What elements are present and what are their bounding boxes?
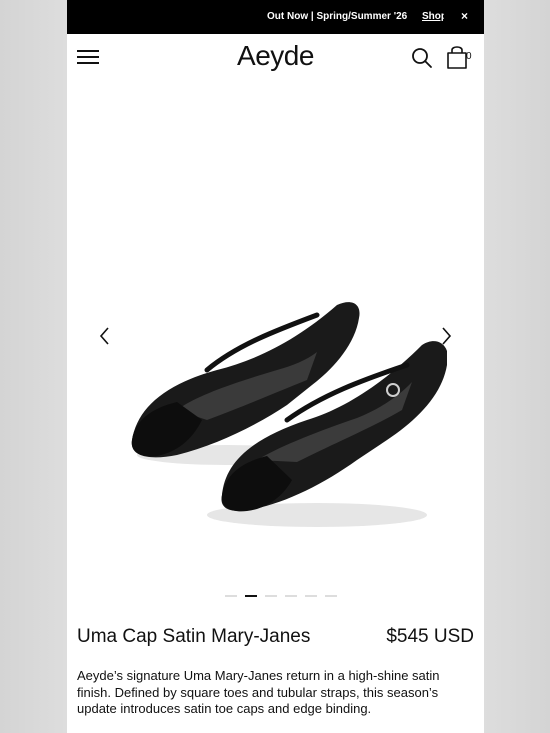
- announcement-bar: Out Now | Spring/Summer '26 Shop ×: [67, 0, 484, 34]
- carousel-dot[interactable]: [265, 595, 277, 597]
- carousel-dot[interactable]: [305, 595, 317, 597]
- search-icon[interactable]: [411, 47, 433, 69]
- product-gallery: [67, 80, 484, 610]
- product-description: Aeyde’s signature Uma Mary-Janes return …: [77, 668, 440, 716]
- carousel-dot[interactable]: [325, 595, 337, 597]
- carousel-dot[interactable]: [225, 595, 237, 597]
- announcement-text: Out Now | Spring/Summer '26: [267, 11, 408, 22]
- product-price: $545 USD: [386, 626, 474, 647]
- product-image: [131, 302, 447, 527]
- carousel-dot[interactable]: [285, 595, 297, 597]
- mobile-viewport: Out Now | Spring/Summer '26 Shop × Aeyde…: [67, 0, 484, 733]
- carousel-indicators: [225, 595, 337, 599]
- site-header: Aeyde 0: [67, 34, 484, 80]
- carousel-dot-active[interactable]: [245, 595, 257, 597]
- announcement-shop-link[interactable]: Shop: [422, 11, 444, 22]
- close-icon[interactable]: ×: [461, 9, 468, 23]
- cart-count: 0: [466, 51, 472, 62]
- product-title: Uma Cap Satin Mary-Janes: [77, 626, 311, 647]
